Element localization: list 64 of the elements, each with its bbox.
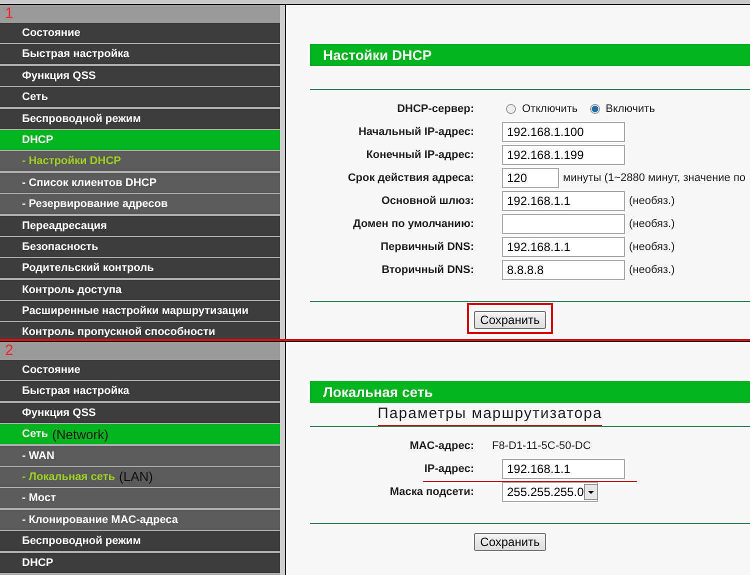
sidebar-item[interactable]: DHCP [0, 552, 280, 573]
sidebar-item[interactable]: - WAN [0, 446, 280, 466]
field-hint: (необяз.) [629, 264, 675, 276]
section-title-bar: Настойки DHCP [310, 44, 750, 66]
field-hint: (необяз.) [629, 240, 675, 252]
input-field[interactable]: 192.168.1.100 [502, 122, 625, 142]
sidebar-item[interactable]: Сеть (Network) [0, 424, 280, 444]
input-field[interactable]: 192.168.1.1 [502, 236, 625, 256]
dropdown[interactable]: 255.255.255.0 [502, 482, 598, 502]
radio-label: Отключить [522, 102, 578, 114]
sidebar-item[interactable]: Быстрая настройка [0, 44, 280, 64]
field-label: IP-адрес: [423, 462, 474, 474]
section-title-bar: Локальная сеть [310, 381, 750, 403]
input-field[interactable] [502, 214, 625, 234]
field-label: Маска подсети: [388, 486, 474, 498]
sidebar-item[interactable]: - Список клиентов DHCP [0, 172, 280, 193]
radio-button[interactable] [590, 104, 600, 114]
caret-icon [584, 484, 598, 500]
sidebar-item[interactable]: - Резервирование адресов [0, 194, 280, 214]
sidebar-item[interactable]: Состояние [0, 360, 280, 380]
field-label: Основной шлюз: [380, 194, 474, 206]
field-label: Конечный IP-адрес: [365, 148, 474, 160]
field-hint: минуты (1~2880 минут, значение по [563, 172, 746, 184]
radio-button[interactable] [506, 104, 516, 114]
field-label: Домен по умолчанию: [352, 218, 474, 230]
sidebar-item[interactable]: - Локальная сеть (LAN) [0, 466, 280, 487]
field-hint: (необяз.) [629, 218, 675, 230]
sidebar-item[interactable]: Быстрая настройка [0, 381, 280, 402]
sidebar-item[interactable]: Беспроводной режим [0, 108, 280, 129]
sidebar-item[interactable]: - Настройки DHCP [0, 151, 280, 172]
input-field[interactable]: 192.168.1.1 [502, 458, 625, 478]
sidebar-item[interactable]: - Клонирование MAC-адреса [0, 510, 280, 530]
input-field[interactable]: 120 [502, 168, 559, 188]
field-label: Первичный DNS: [380, 240, 474, 252]
sidebar-item[interactable]: Состояние [0, 23, 280, 43]
sidebar-item[interactable]: Переадресация [0, 216, 280, 236]
sidebar-item[interactable]: Сеть [0, 87, 280, 108]
sidebar-item[interactable]: Контроль доступа [0, 280, 280, 300]
field-label: Начальный IP-адрес: [357, 126, 474, 138]
panel-number: 1 [5, 5, 14, 23]
sidebar-item[interactable]: Родительский контроль [0, 258, 280, 278]
input-field[interactable]: 192.168.1.1 [502, 190, 625, 210]
field-value: F8-D1-11-5C-50-DC [492, 440, 591, 452]
save-button[interactable]: Сохранить [474, 311, 546, 329]
field-hint: (необяз.) [629, 194, 675, 206]
panel-number: 2 [5, 342, 14, 360]
field-label: Вторичный DNS: [380, 264, 474, 276]
save-button[interactable]: Сохранить [474, 533, 546, 551]
field-label: MAC-адрес: [408, 440, 474, 452]
sidebar-item[interactable]: Контроль пропускной способности [0, 322, 280, 339]
annotation-subtitle: Параметры маршрутизатора [378, 403, 602, 426]
annotation-note: (Network) [52, 426, 108, 442]
sidebar-item[interactable]: Функция QSS [0, 66, 280, 86]
field-label: DHCP-сервер: [396, 102, 474, 114]
input-field[interactable]: 8.8.8.8 [502, 260, 625, 280]
input-field[interactable]: 192.168.1.199 [502, 144, 625, 164]
sidebar-item[interactable]: Беспроводной режим [0, 531, 280, 552]
sidebar-item[interactable]: - Мост [0, 488, 280, 508]
sidebar-item[interactable]: Безопасность [0, 236, 280, 257]
field-label: Срок действия адреса: [346, 172, 474, 184]
radio-label: Включить [606, 102, 655, 114]
sidebar-item[interactable]: Расширенные настройки маршрутизации [0, 301, 280, 322]
annotation-note: (LAN) [119, 469, 153, 484]
sidebar-item[interactable]: Функция QSS [0, 402, 280, 423]
